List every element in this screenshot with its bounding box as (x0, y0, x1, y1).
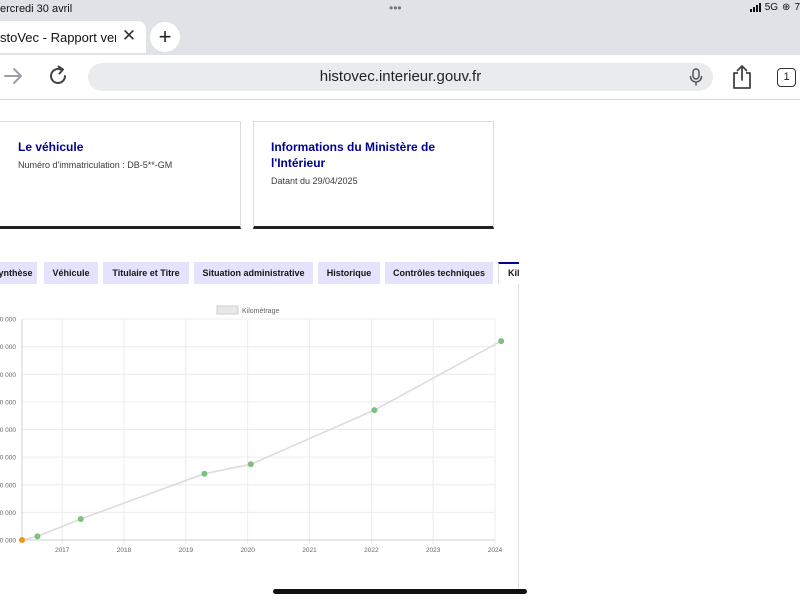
legend-swatch (216, 305, 239, 315)
ministry-card-date: Datant du 29/04/2025 (271, 176, 358, 186)
data-point[interactable] (77, 516, 84, 523)
y-tick-label: 50 000 (0, 372, 16, 379)
ministry-card-title-line2: l'Intérieur (271, 156, 326, 170)
x-tick-label: 2022 (364, 547, 379, 554)
y-tick-label: 00 000 (0, 399, 16, 406)
ministry-card-title-line1: Informations du Ministère de (271, 140, 436, 154)
data-point[interactable] (247, 461, 254, 468)
network-label: 5G (764, 2, 779, 13)
ministry-card[interactable]: Informations du Ministère de l'Intérieur… (253, 121, 494, 229)
report-tabs: ynthèse Véhicule Titulaire et Titre Situ… (0, 262, 520, 284)
data-point[interactable] (34, 533, 41, 540)
address-bar[interactable]: histovec.interieur.gouv.fr (88, 63, 713, 91)
y-tick-label: 00 000 (0, 455, 16, 462)
series-line (21, 340, 502, 541)
orientation-lock-icon: ⊕ (782, 2, 791, 13)
vehicle-card[interactable]: Le véhicule Numéro d'immatriculation : D… (0, 121, 241, 229)
y-tick-label: 00 000 (0, 427, 16, 434)
legend-label: Kilométrage (242, 308, 279, 315)
x-tick-label: 2023 (426, 547, 441, 554)
data-point[interactable] (19, 537, 25, 543)
browser-toolbar: histovec.interieur.gouv.fr 1 (0, 55, 800, 100)
x-tick-label: 2017 (55, 547, 70, 554)
tab-controles-techniques[interactable]: Contrôles techniques (385, 262, 493, 284)
tab-titulaire-et-titre[interactable]: Titulaire et Titre (103, 262, 189, 284)
multitasking-dots-icon[interactable]: ••• (389, 1, 402, 15)
tab-vehicule[interactable]: Véhicule (44, 262, 98, 284)
tab-title: stoVec - Rapport vend (0, 30, 116, 45)
status-indicators: 5G ⊕ 7 (749, 2, 800, 13)
data-point[interactable] (201, 470, 208, 477)
y-tick-label: 00 000 (0, 344, 16, 351)
y-tick-label: 00 000 (0, 317, 16, 324)
reload-icon[interactable] (46, 64, 70, 88)
vehicle-card-title: Le véhicule (18, 140, 84, 154)
microphone-icon[interactable] (688, 68, 704, 86)
data-point[interactable] (371, 407, 378, 414)
tab-strip: stoVec - Rapport vend ✕ + (0, 18, 800, 55)
status-date: ercredi 30 avril (0, 3, 73, 15)
vehicle-registration: Numéro d'immatriculation : DB-5**-GM (18, 160, 173, 170)
mileage-chart: Kilométrage 00 000 00 000 50 000 00 000 00 0… (0, 305, 505, 554)
tab-synthese[interactable]: ynthèse (0, 262, 37, 284)
y-tick-label: 50 000 (0, 482, 16, 489)
status-bar: ercredi 30 avril ••• 5G ⊕ 7 (0, 0, 800, 18)
x-tick-label: 2019 (179, 547, 194, 554)
y-tick-label: 00 000 (0, 538, 16, 545)
battery-label: 7 (794, 2, 800, 13)
new-tab-button[interactable]: + (150, 22, 180, 52)
x-tick-label: 2021 (302, 547, 317, 554)
forward-arrow-icon[interactable] (2, 64, 24, 88)
chart-legend[interactable]: Kilométrage (216, 305, 279, 315)
home-indicator (273, 589, 527, 594)
tab-situation-administrative[interactable]: Situation administrative (194, 262, 313, 284)
signal-icon (749, 3, 761, 12)
data-point[interactable] (498, 338, 505, 345)
close-tab-icon[interactable]: ✕ (120, 27, 138, 45)
x-tick-label: 2024 (488, 547, 503, 554)
x-tick-label: 2020 (240, 547, 255, 554)
url-text: histovec.interieur.gouv.fr (319, 68, 482, 85)
tab-overview-button[interactable]: 1 (777, 68, 796, 87)
tab-historique[interactable]: Historique (318, 262, 380, 284)
x-tick-label: 2018 (117, 547, 132, 554)
browser-tab[interactable]: stoVec - Rapport vend ✕ (0, 21, 146, 53)
share-icon[interactable] (731, 64, 753, 90)
tab-kilometrage[interactable]: Kil (498, 262, 519, 284)
y-tick-label: 00 000 (0, 510, 16, 517)
